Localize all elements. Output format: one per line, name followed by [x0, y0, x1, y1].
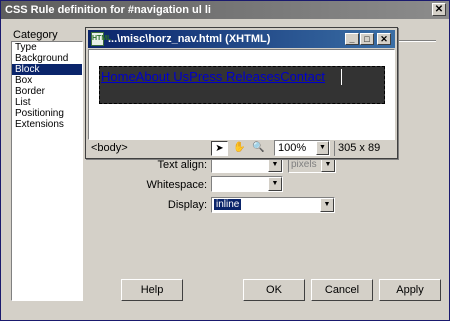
html-file-icon: HTML — [91, 32, 111, 46]
apply-button[interactable]: Apply — [379, 279, 441, 301]
category-item-list[interactable]: List — [12, 97, 82, 108]
category-item-extensions[interactable]: Extensions — [12, 119, 82, 130]
text-align-unit-select: pixels ▼ — [288, 157, 336, 173]
chevron-down-icon[interactable]: ▼ — [320, 198, 334, 212]
preview-title-bar[interactable]: HTML ...\misc\horz_nav.html (XHTML) _ □ … — [88, 30, 395, 48]
cancel-button[interactable]: Cancel — [311, 279, 373, 301]
display-select[interactable]: inline ▼ — [211, 197, 335, 213]
category-item-box[interactable]: Box — [12, 75, 82, 86]
document-preview-window[interactable]: HTML ...\misc\horz_nav.html (XHTML) _ □ … — [85, 27, 398, 159]
minimize-icon[interactable]: _ — [345, 33, 359, 45]
category-item-type[interactable]: Type — [12, 42, 82, 53]
window-size-readout[interactable]: 305 x 89 — [334, 141, 380, 156]
chevron-down-icon[interactable]: ▼ — [268, 158, 282, 172]
dialog-title: CSS Rule definition for #navigation ul l… — [5, 4, 211, 16]
category-item-block[interactable]: Block — [12, 64, 82, 75]
zoom-value: 100% — [278, 142, 307, 154]
close-icon[interactable]: ✕ — [432, 3, 446, 16]
tag-selector[interactable]: <body> — [91, 141, 128, 156]
chevron-down-icon[interactable]: ▼ — [316, 141, 329, 155]
close-icon[interactable]: ✕ — [377, 33, 391, 45]
display-label: Display: — [167, 199, 207, 211]
text-caret — [341, 69, 342, 85]
zoom-tool-icon[interactable]: 🔍 — [250, 141, 267, 156]
help-button[interactable]: Help — [121, 279, 183, 301]
chevron-down-icon[interactable]: ▼ — [268, 177, 282, 191]
category-label: Category — [13, 29, 58, 41]
preview-title: ...\misc\horz_nav.html (XHTML) — [108, 33, 271, 45]
navigation-list-box[interactable]: HomeAbout UsPress ReleasesContact — [99, 66, 385, 104]
text-align-select[interactable]: ▼ — [211, 157, 283, 173]
chevron-down-icon: ▼ — [321, 158, 335, 172]
whitespace-label: Whitespace: — [146, 179, 207, 191]
status-bar: <body> ➤ ✋ 🔍 100% ▼ 305 x 89 — [88, 140, 395, 157]
ok-button[interactable]: OK — [243, 279, 305, 301]
design-view[interactable]: HomeAbout UsPress ReleasesContact — [88, 49, 395, 140]
category-list[interactable]: Type Background Block Box Border List Po… — [11, 41, 83, 301]
pointer-tool-icon[interactable]: ➤ — [211, 141, 228, 156]
maximize-icon[interactable]: □ — [360, 33, 374, 45]
zoom-select[interactable]: 100% ▼ — [274, 140, 330, 156]
display-value: inline — [214, 199, 242, 210]
whitespace-select[interactable]: ▼ — [211, 176, 283, 192]
hand-tool-icon[interactable]: ✋ — [231, 141, 248, 156]
dialog-title-bar[interactable]: CSS Rule definition for #navigation ul l… — [1, 1, 449, 19]
navigation-links[interactable]: HomeAbout UsPress ReleasesContact — [101, 69, 341, 84]
category-item-positioning[interactable]: Positioning — [12, 108, 82, 119]
category-item-border[interactable]: Border — [12, 86, 82, 97]
text-align-unit: pixels — [291, 159, 317, 170]
text-align-label: Text align: — [157, 159, 207, 171]
category-item-background[interactable]: Background — [12, 53, 82, 64]
